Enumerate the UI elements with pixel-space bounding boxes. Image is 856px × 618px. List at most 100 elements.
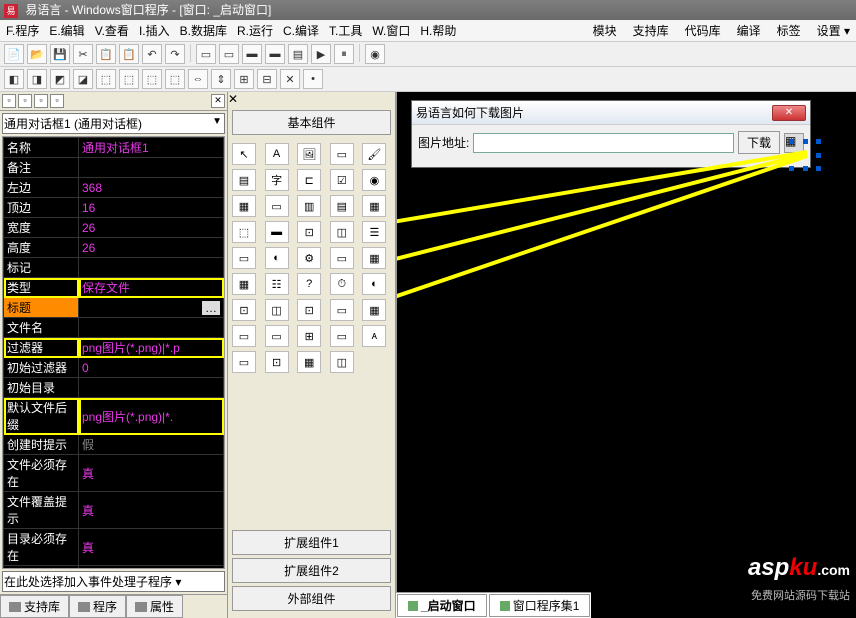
component-tool[interactable]: ▭ xyxy=(265,195,289,217)
design-canvas[interactable]: 易语言如何下载图片 ✕ 图片地址: 下载 ▦ xyxy=(396,92,856,618)
component-tool[interactable]: ▭ xyxy=(232,247,256,269)
component-tool[interactable]: ? xyxy=(297,273,321,295)
prop-value[interactable]: … xyxy=(79,298,224,318)
component-tool[interactable]: ◫ xyxy=(330,351,354,373)
panel-btn[interactable]: ▫ xyxy=(18,94,32,108)
toolbar-button[interactable]: ⇕ xyxy=(211,69,231,89)
component-tool[interactable]: ▬ xyxy=(265,221,289,243)
prop-value[interactable]: 26 xyxy=(79,218,224,238)
component-tool[interactable]: ☷ xyxy=(265,273,289,295)
menu-tags[interactable]: 标签 xyxy=(777,22,801,39)
component-tool[interactable]: ☰ xyxy=(362,221,386,243)
component-tool[interactable]: ▭ xyxy=(330,299,354,321)
panel-btn[interactable]: ▫ xyxy=(34,94,48,108)
menu-compile[interactable]: C.编译 xyxy=(283,22,319,39)
prop-value[interactable]: 通用对话框1 xyxy=(79,138,224,158)
component-tool[interactable]: ⚙ xyxy=(297,247,321,269)
menu-edit[interactable]: E.编辑 xyxy=(49,22,84,39)
menu-settings[interactable]: 设置 ▾ xyxy=(817,22,850,39)
component-tool[interactable]: ◐ xyxy=(265,247,289,269)
download-button[interactable]: 下载 xyxy=(738,131,780,154)
prop-value[interactable] xyxy=(79,258,224,278)
toolbar-button[interactable]: ✕ xyxy=(280,69,300,89)
menu-window[interactable]: W.窗口 xyxy=(372,22,410,39)
toolbar-button[interactable]: ▭ xyxy=(196,44,216,64)
prop-value[interactable]: 真 xyxy=(79,455,224,492)
menu-database[interactable]: B.数据库 xyxy=(180,22,227,39)
toolbar-button[interactable]: 📋 xyxy=(96,44,116,64)
prop-value[interactable]: 保存文件 xyxy=(79,278,224,298)
component-tool[interactable]: ▤ xyxy=(232,169,256,191)
dialog-icon-button[interactable]: ▦ xyxy=(784,133,804,153)
component-tool[interactable]: ⊡ xyxy=(297,299,321,321)
toolbar-button[interactable]: ▬ xyxy=(242,44,262,64)
menu-insert[interactable]: I.插入 xyxy=(139,22,170,39)
menu-help[interactable]: H.帮助 xyxy=(420,22,456,39)
property-grid[interactable]: 名称通用对话框1备注左边368顶边16宽度26高度26标记类型保存文件标题…文件… xyxy=(2,136,225,569)
menu-module[interactable]: 模块 xyxy=(593,22,617,39)
component-tool[interactable]: ▦ xyxy=(362,195,386,217)
component-tool[interactable]: ▦ xyxy=(362,299,386,321)
component-tool[interactable]: A xyxy=(265,143,289,165)
external-components[interactable]: 外部组件 xyxy=(232,586,391,611)
component-tool[interactable]: ▭ xyxy=(232,351,256,373)
menu-codelib[interactable]: 代码库 xyxy=(685,22,721,39)
toolbar-button[interactable]: ◨ xyxy=(27,69,47,89)
component-tool[interactable]: ⊡ xyxy=(265,351,289,373)
prop-value[interactable]: 真 xyxy=(79,492,224,529)
toolbar-button[interactable]: ◧ xyxy=(4,69,24,89)
component-tool[interactable]: ▦ xyxy=(232,195,256,217)
toolbar-button[interactable]: 📂 xyxy=(27,44,47,64)
component-tool[interactable]: ⬚ xyxy=(232,221,256,243)
component-tool[interactable]: ▤ xyxy=(330,195,354,217)
menu-lib[interactable]: 支持库 xyxy=(633,22,669,39)
component-tool[interactable]: ᴀ xyxy=(362,325,386,347)
toolbar-button[interactable]: ◩ xyxy=(50,69,70,89)
toolbar-button[interactable]: 📄 xyxy=(4,44,24,64)
toolbar-button[interactable]: ↷ xyxy=(165,44,185,64)
menu-view[interactable]: V.查看 xyxy=(95,22,129,39)
toolbar-button[interactable]: ▤ xyxy=(288,44,308,64)
menu-file[interactable]: F.程序 xyxy=(6,22,39,39)
tab-program-set[interactable]: 窗口程序集1 xyxy=(489,594,591,617)
toolbar-button[interactable]: ⊞ xyxy=(234,69,254,89)
component-tool[interactable]: ◫ xyxy=(330,221,354,243)
component-tool[interactable]: ◫ xyxy=(265,299,289,321)
menu-run[interactable]: R.运行 xyxy=(237,22,273,39)
toolbar-button[interactable]: ⬚ xyxy=(96,69,116,89)
prop-value[interactable]: 0 xyxy=(79,358,224,378)
tab-start-window[interactable]: _启动窗口 xyxy=(397,594,487,617)
tab-program[interactable]: 程序 xyxy=(69,595,126,618)
toolbar-button[interactable]: ↶ xyxy=(142,44,162,64)
component-tool[interactable]: ⊞ xyxy=(297,325,321,347)
toolbar-button[interactable]: ⇔ xyxy=(188,69,208,89)
component-tool[interactable]: ▭ xyxy=(330,247,354,269)
component-tool[interactable]: 🖼 xyxy=(297,143,321,165)
panel-btn[interactable]: ▫ xyxy=(50,94,64,108)
prop-value[interactable]: png图片(*.png)|*. xyxy=(79,398,224,435)
toolbox-close-icon[interactable]: ✕ xyxy=(228,92,395,106)
tab-support-lib[interactable]: 支持库 xyxy=(0,595,69,618)
close-button[interactable]: ✕ xyxy=(772,105,806,121)
ext-components-2[interactable]: 扩展组件2 xyxy=(232,558,391,583)
toolbar-button[interactable]: ◉ xyxy=(365,44,385,64)
toolbar-button[interactable]: ⏸ xyxy=(334,44,354,64)
url-input[interactable] xyxy=(473,133,734,153)
component-tool[interactable]: ⊏ xyxy=(297,169,321,191)
component-tool[interactable]: ▭ xyxy=(232,325,256,347)
tab-properties[interactable]: 属性 xyxy=(126,595,183,618)
component-tool[interactable]: ↖ xyxy=(232,143,256,165)
component-tool[interactable]: ☑ xyxy=(330,169,354,191)
component-tool[interactable]: 字 xyxy=(265,169,289,191)
component-tool[interactable]: ◐ xyxy=(362,273,386,295)
prop-value[interactable]: 368 xyxy=(79,178,224,198)
toolbar-button[interactable]: ▭ xyxy=(219,44,239,64)
component-tool[interactable]: 🖌 xyxy=(362,143,386,165)
toolbar-button[interactable]: • xyxy=(303,69,323,89)
toolbar-button[interactable]: ▶ xyxy=(311,44,331,64)
event-selector[interactable]: 在此处选择加入事件处理子程序 ▾ xyxy=(2,571,225,592)
prop-value[interactable]: 26 xyxy=(79,238,224,258)
prop-value[interactable] xyxy=(79,318,224,338)
toolbar-button[interactable]: ▬ xyxy=(265,44,285,64)
toolbar-button[interactable]: 💾 xyxy=(50,44,70,64)
